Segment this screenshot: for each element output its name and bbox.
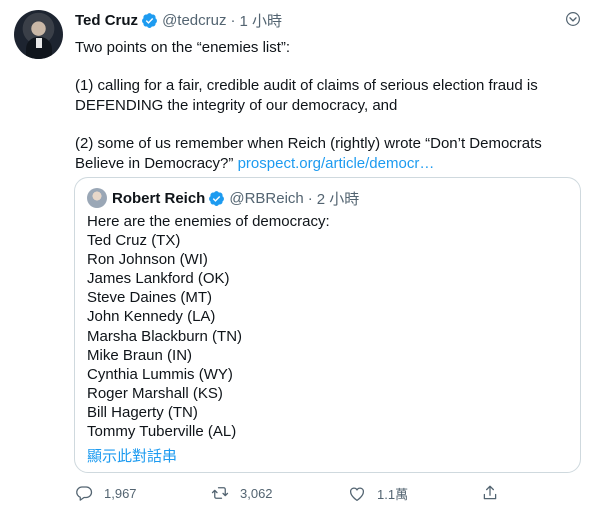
separator-dot: · [230, 11, 236, 29]
chevron-down-icon[interactable] [564, 10, 582, 28]
quoted-line: Steve Daines (MT) [87, 289, 213, 307]
quoted-line: James Lankford (OK) [87, 270, 230, 288]
article-link[interactable]: prospect.org/article/democr… [238, 155, 435, 172]
quoted-text: Here are the enemies of democracy: Ted C… [87, 212, 567, 441]
share-button[interactable] [481, 484, 510, 502]
reply-icon [76, 486, 93, 501]
quoted-line: Ted Cruz (TX) [87, 232, 181, 250]
quoted-handle: @RBReich [229, 189, 304, 207]
like-count: 1.1萬 [377, 487, 409, 502]
tweet-timestamp[interactable]: 1 小時 [239, 10, 282, 31]
tweet-header: Ted Cruz @tedcruz · 1 小時 [75, 9, 282, 31]
quoted-line: Bill Hagerty (TN) [87, 403, 198, 421]
author-handle[interactable]: @tedcruz [162, 12, 226, 29]
quoted-line: Marsha Blackburn (TN) [87, 327, 243, 345]
like-icon [349, 486, 365, 501]
quoted-line: Tommy Tuberville (AL) [87, 423, 237, 441]
tweet-paragraph-1: (1) calling for a fair, credible audit o… [75, 77, 538, 114]
quoted-line: Ron Johnson (WI) [87, 251, 208, 269]
show-thread-link[interactable]: 顯示此對話串 [87, 445, 177, 466]
quoted-line: Here are the enemies of democracy: [87, 213, 330, 230]
author-name[interactable]: Ted Cruz [75, 12, 138, 29]
quoted-timestamp: 2 小時 [316, 190, 360, 208]
avatar-shirt [36, 38, 42, 48]
reply-button[interactable]: 1,967 [75, 484, 137, 502]
quoted-line: Mike Braun (IN) [87, 346, 193, 364]
like-button[interactable]: 1.1萬 [348, 484, 408, 503]
quoted-line: Cynthia Lummis (WY) [87, 365, 233, 383]
author-avatar[interactable] [14, 10, 63, 59]
share-icon [483, 485, 497, 500]
verified-badge-icon [142, 12, 157, 28]
verified-badge-icon [209, 190, 225, 206]
quoted-line: Roger Marshall (KS) [87, 384, 223, 402]
tweet-actions: 1,967 3,062 1.1萬 [75, 484, 505, 504]
tweet-line-intro: Two points on the “enemies list”: [75, 39, 291, 56]
quoted-tweet[interactable]: Robert Reich @RBReich · 2 小時 Here are th… [74, 177, 581, 473]
retweet-count: 3,062 [240, 485, 273, 501]
quoted-line: John Kennedy (LA) [87, 308, 216, 326]
quoted-author-name: Robert Reich [112, 189, 206, 207]
retweet-icon [211, 487, 229, 499]
tweet-text: Two points on the “enemies list”: (1) ca… [75, 38, 575, 173]
tweet-paragraph-2: (2) some of us remember when Reich (righ… [75, 134, 575, 173]
separator-dot: · [307, 189, 313, 207]
retweet-button[interactable]: 3,062 [211, 484, 273, 502]
reply-count: 1,967 [104, 485, 137, 501]
quoted-avatar[interactable] [87, 188, 107, 208]
quoted-header: Robert Reich @RBReich · 2 小時 [87, 187, 359, 209]
